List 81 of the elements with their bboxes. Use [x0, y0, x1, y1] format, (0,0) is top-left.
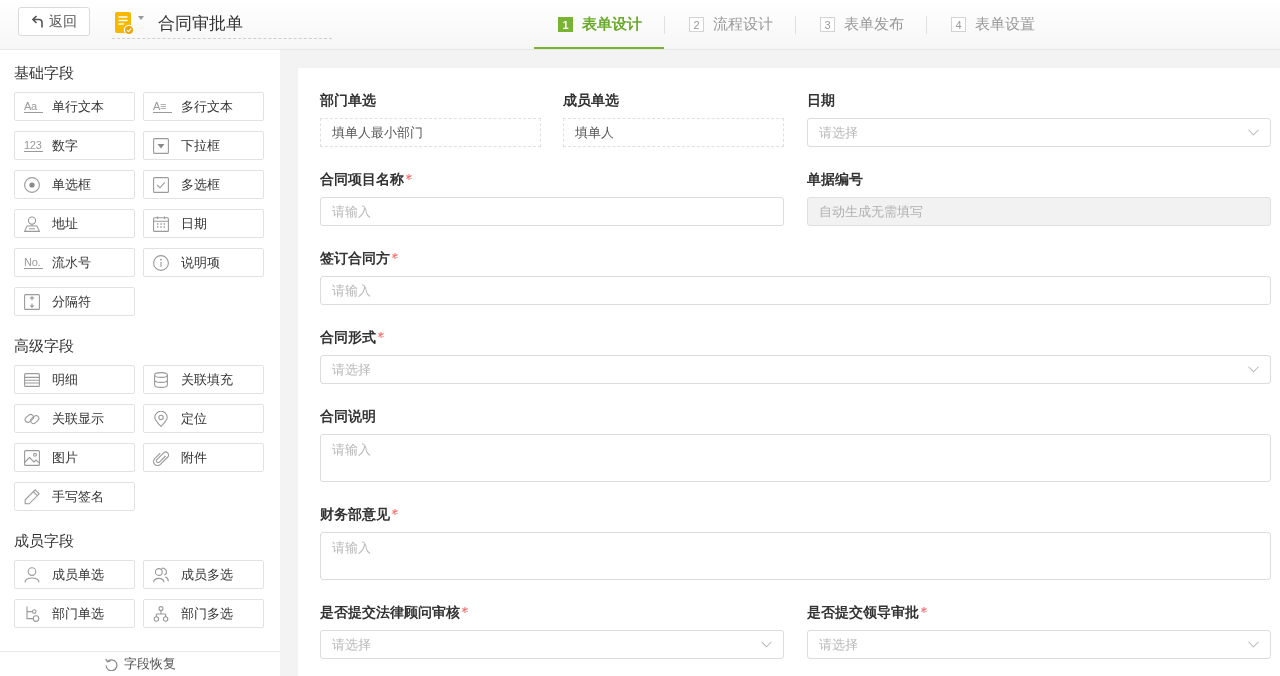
text-area[interactable]: 请输入 [320, 434, 1271, 482]
field-label: 是否提交领导审批 [807, 604, 919, 622]
required-icon [378, 332, 384, 338]
field-type-button[interactable]: Aa 单行文本 [14, 92, 135, 121]
field-label: 签订合同方 [320, 250, 390, 268]
required-icon [392, 509, 398, 515]
field-type-button[interactable]: 图片 [14, 443, 135, 472]
required-icon [406, 174, 412, 180]
field-type-button[interactable]: 成员多选 [143, 560, 264, 589]
field-type-button[interactable]: 定位 [143, 404, 264, 433]
restore-icon [104, 657, 118, 671]
form-doc-icon [115, 11, 134, 35]
chevron-down-icon [761, 641, 772, 648]
location-pin-icon [153, 410, 169, 427]
field-label: 是否提交法律顾问审核 [320, 604, 460, 622]
icon-picker[interactable] [112, 11, 144, 35]
field-label: 财务部意见 [320, 506, 390, 524]
field-type-button[interactable]: 成员单选 [14, 560, 135, 589]
info-icon [153, 254, 169, 271]
checkbox-icon [153, 176, 169, 193]
field-label: 合同说明 [320, 408, 376, 426]
dropdown-icon [153, 137, 169, 154]
chevron-down-icon [1248, 366, 1259, 373]
caret-icon [138, 16, 144, 20]
field-type-button[interactable]: No. 流水号 [14, 248, 135, 277]
field-type-button[interactable]: 手写签名 [14, 482, 135, 511]
org-chart-icon [153, 605, 169, 622]
field-label: 日期 [807, 92, 835, 110]
text-input[interactable]: 请输入 [320, 197, 784, 226]
field-type-button[interactable]: 明细 [14, 365, 135, 394]
radio-icon [24, 176, 40, 193]
field-type-button[interactable]: 部门单选 [14, 599, 135, 628]
form-title: 合同审批单 [158, 12, 243, 35]
step-number: 3 [820, 17, 835, 32]
field-type-button[interactable]: 单选框 [14, 170, 135, 199]
field-label: 部门单选 [320, 92, 376, 110]
field-type-button[interactable]: 关联显示 [14, 404, 135, 433]
field-type-button[interactable]: 分隔符 [14, 287, 135, 316]
field-type-button[interactable]: 日期 [143, 209, 264, 238]
field-label: 合同形式 [320, 329, 376, 347]
field-label: 单据编号 [807, 171, 863, 189]
default-value-field: 填单人 [563, 118, 784, 147]
restore-button[interactable]: 字段恢复 [104, 654, 176, 674]
calendar-icon [153, 215, 169, 232]
title-field[interactable]: 合同审批单 [112, 8, 332, 39]
field-type-button[interactable]: A≡ 多行文本 [143, 92, 264, 121]
field-type-button[interactable]: 地址 [14, 209, 135, 238]
paperclip-icon [153, 449, 169, 466]
field-type-button[interactable]: 多选框 [143, 170, 264, 199]
branch-icon [24, 605, 40, 622]
back-button[interactable]: 返回 [18, 7, 90, 36]
default-value-field: 填单人最小部门 [320, 118, 541, 147]
person-icon [24, 566, 40, 583]
required-icon [392, 253, 398, 259]
section-heading: 高级字段 [14, 336, 75, 356]
people-icon [153, 566, 169, 583]
text-input[interactable]: 请输入 [320, 276, 1271, 305]
section-heading: 基础字段 [14, 63, 75, 83]
map-person-icon [24, 215, 40, 232]
step-number: 2 [689, 17, 704, 32]
field-label: 成员单选 [563, 92, 619, 110]
list-icon [24, 371, 40, 388]
chevron-down-icon [1248, 641, 1259, 648]
required-icon [462, 607, 468, 613]
field-type-button[interactable]: 说明项 [143, 248, 264, 277]
field-type-button[interactable]: 123 数字 [14, 131, 135, 160]
text-area[interactable]: 请输入 [320, 532, 1271, 580]
field-type-button[interactable]: 下拉框 [143, 131, 264, 160]
database-icon [153, 371, 169, 388]
field-type-button[interactable]: 关联填充 [143, 365, 264, 394]
pencil-icon [24, 488, 40, 505]
image-icon [24, 449, 40, 466]
field-type-button[interactable]: 部门多选 [143, 599, 264, 628]
step-number: 4 [951, 17, 966, 32]
field-label: 合同项目名称 [320, 171, 404, 189]
required-icon [921, 607, 927, 613]
return-arrow-icon [31, 15, 43, 28]
step-number: 1 [558, 17, 573, 32]
section-heading: 成员字段 [14, 531, 75, 551]
field-type-button[interactable]: 附件 [143, 443, 264, 472]
chevron-down-icon [1248, 129, 1259, 136]
